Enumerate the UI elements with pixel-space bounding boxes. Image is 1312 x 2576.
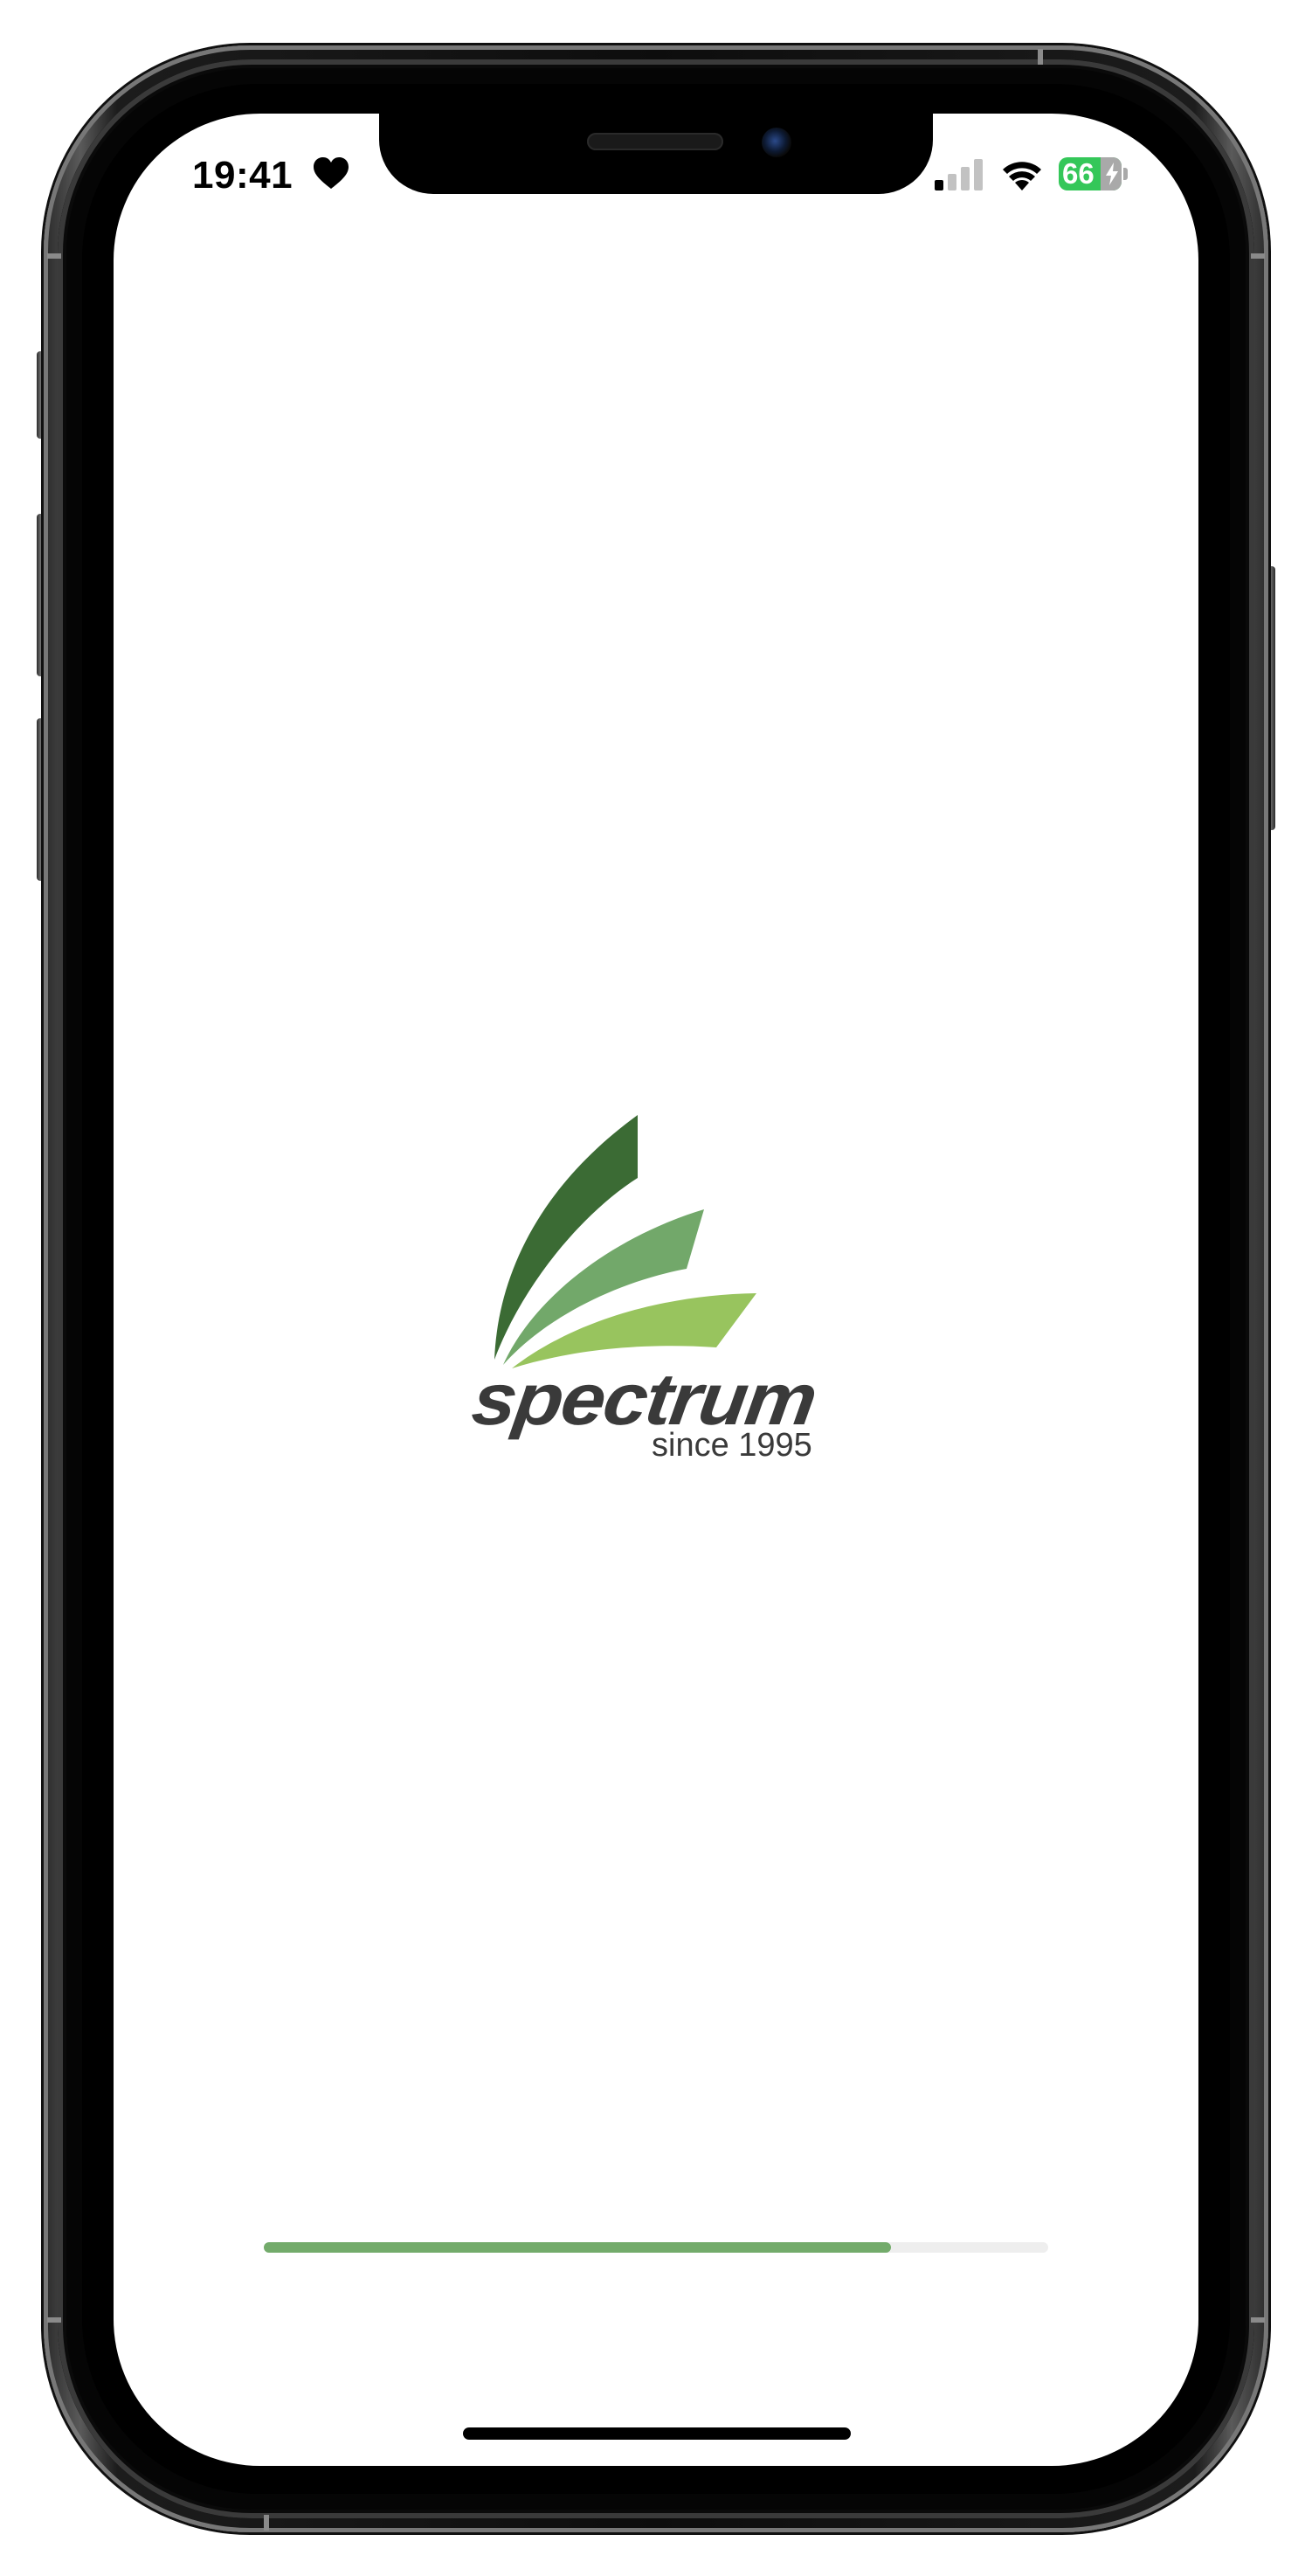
antenna-band <box>47 2317 61 2323</box>
battery-cap <box>1123 168 1128 180</box>
antenna-band <box>1251 2317 1265 2323</box>
battery-body: 66 <box>1059 157 1122 190</box>
device-mockup: 19:41 66 spectrum since 1995 <box>0 0 1312 2576</box>
earpiece-speaker <box>587 133 723 150</box>
antenna-band <box>1251 253 1265 259</box>
antenna-band <box>47 253 61 259</box>
loading-progress-bar <box>264 2242 1048 2253</box>
brand-tagline: since 1995 <box>652 1427 812 1464</box>
home-indicator[interactable] <box>463 2427 851 2440</box>
antenna-band <box>1038 49 1043 65</box>
battery-level-text: 66 <box>1062 157 1094 190</box>
antenna-band <box>264 2515 269 2531</box>
spectrum-logo-mark <box>494 1115 756 1368</box>
heart-icon <box>314 157 349 189</box>
loading-progress-fill <box>264 2242 892 2253</box>
wifi-icon <box>1003 162 1041 190</box>
battery-indicator: 66 <box>1059 157 1129 190</box>
notch <box>379 114 933 194</box>
status-time: 19:41 <box>192 154 293 197</box>
front-camera <box>762 128 791 157</box>
charging-bolt-icon <box>1106 163 1118 185</box>
cellular-signal-icon <box>935 159 983 190</box>
